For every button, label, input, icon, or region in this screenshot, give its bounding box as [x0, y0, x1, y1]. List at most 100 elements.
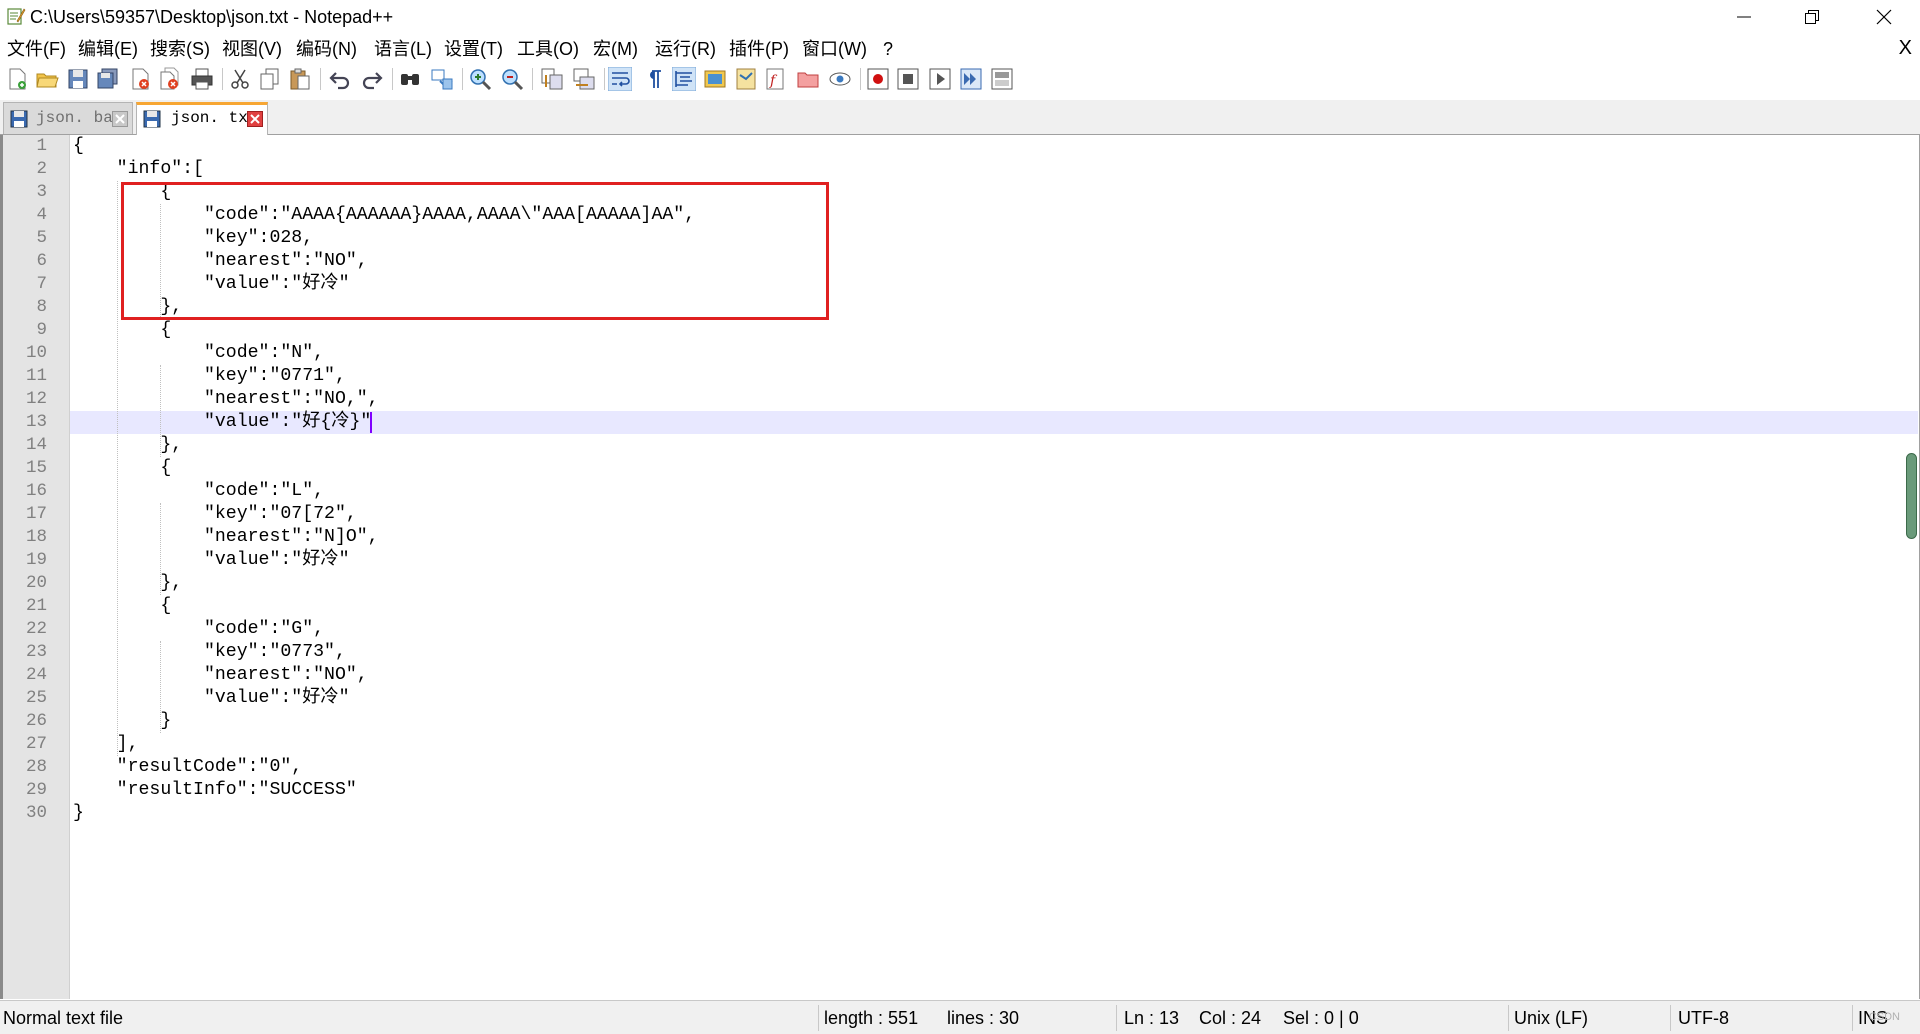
line-number: 25: [25, 688, 47, 708]
monitor-icon[interactable]: [828, 67, 852, 91]
tab-bar: json. bat json. txt: [0, 100, 1920, 135]
code-line[interactable]: "key":"0771",: [73, 365, 346, 388]
line-number: 2: [36, 159, 47, 179]
folder-workspace-icon[interactable]: [796, 67, 820, 91]
indent-guide-icon[interactable]: [672, 67, 696, 91]
code-line[interactable]: "code":"L",: [73, 480, 324, 503]
define-language-icon[interactable]: [703, 67, 727, 91]
replace-icon[interactable]: [430, 67, 454, 91]
find-icon[interactable]: [398, 67, 422, 91]
stop-macro-icon[interactable]: [896, 67, 920, 91]
play-macro-icon[interactable]: [928, 67, 952, 91]
code-line[interactable]: }: [73, 710, 171, 733]
function-list-icon[interactable]: f: [764, 67, 788, 91]
code-line[interactable]: "key":"07[72",: [73, 503, 357, 526]
tab-close-icon[interactable]: [247, 111, 263, 127]
menu-help[interactable]: ?: [883, 38, 893, 60]
indent-guide: [160, 365, 161, 457]
code-line[interactable]: "nearest":"N]O",: [73, 526, 379, 549]
indent-guide: [117, 181, 118, 756]
title-bar: C:\Users\59357\Desktop\json.txt - Notepa…: [0, 0, 1920, 34]
paste-icon[interactable]: [288, 67, 312, 91]
open-file-icon[interactable]: [35, 67, 59, 91]
code-line[interactable]: "code":"G",: [73, 618, 324, 641]
line-number: 30: [25, 803, 47, 823]
line-number: 8: [36, 297, 47, 317]
copy-icon[interactable]: [258, 67, 282, 91]
code-line[interactable]: "key":"0773",: [73, 641, 346, 664]
code-line[interactable]: {: [73, 457, 171, 480]
sync-vertical-icon[interactable]: [540, 67, 564, 91]
code-line[interactable]: },: [73, 572, 182, 595]
code-line[interactable]: "value":"好冷": [73, 549, 350, 572]
redo-icon[interactable]: [360, 67, 384, 91]
editor[interactable]: 1 2 3 4 5 6 7 8 9 10 11 12 13 14 15 16 17 18 19 20 21 22 23 24 2…: [0, 135, 1920, 999]
restore-button[interactable]: [1784, 0, 1840, 34]
line-number: 4: [36, 205, 47, 225]
zoom-in-icon[interactable]: [468, 67, 492, 91]
run-macro-multiple-icon[interactable]: [959, 67, 983, 91]
code-line[interactable]: "nearest":"NO,",: [73, 388, 379, 411]
menu-edit[interactable]: 编辑(E): [78, 38, 138, 60]
tab-json-txt[interactable]: json. txt: [136, 102, 268, 135]
menu-language[interactable]: 语言(L): [374, 38, 432, 60]
print-icon[interactable]: [190, 67, 214, 91]
menu-window[interactable]: 窗口(W): [802, 38, 867, 60]
cut-icon[interactable]: [228, 67, 252, 91]
new-file-icon[interactable]: [5, 67, 29, 91]
code-line[interactable]: "resultCode":"0",: [73, 756, 303, 779]
menu-tools[interactable]: 工具(O): [517, 38, 579, 60]
status-length: length : 551: [824, 1008, 919, 1028]
status-bar: Normal text file length : 551 lines : 30…: [0, 1000, 1920, 1034]
menu-encoding[interactable]: 编码(N): [296, 38, 357, 60]
save-all-icon[interactable]: [96, 67, 120, 91]
show-all-chars-icon[interactable]: [642, 67, 666, 91]
menu-view[interactable]: 视图(V): [222, 38, 282, 60]
code-line[interactable]: {: [73, 135, 84, 158]
doc-map-icon[interactable]: [734, 67, 758, 91]
save-macro-icon[interactable]: [990, 67, 1014, 91]
menu-settings[interactable]: 设置(T): [444, 38, 503, 60]
close-document-button[interactable]: X: [1899, 37, 1912, 59]
undo-icon[interactable]: [328, 67, 352, 91]
status-eol: Unix (LF): [1514, 1008, 1589, 1028]
word-wrap-icon[interactable]: [608, 67, 632, 91]
sync-horizontal-icon[interactable]: [572, 67, 596, 91]
close-file-icon[interactable]: [128, 67, 152, 91]
status-lines: lines : 30: [947, 1008, 1020, 1028]
menu-macro[interactable]: 宏(M): [593, 38, 638, 60]
vertical-scrollbar[interactable]: [1906, 453, 1917, 539]
close-window-button[interactable]: [1856, 0, 1912, 34]
line-number: 19: [25, 550, 47, 570]
menu-search[interactable]: 搜索(S): [150, 38, 210, 60]
status-ln: Ln : 13: [1124, 1008, 1180, 1028]
window-title: C:\Users\59357\Desktop\json.txt - Notepa…: [30, 7, 394, 27]
menu-plugins[interactable]: 插件(P): [729, 38, 789, 60]
minimize-button[interactable]: [1716, 0, 1772, 34]
menu-file[interactable]: 文件(F): [7, 38, 66, 60]
watermark: CSDN: [1868, 1011, 1900, 1023]
code-line[interactable]: {: [73, 595, 171, 618]
record-macro-icon[interactable]: [866, 67, 890, 91]
zoom-out-icon[interactable]: [500, 67, 524, 91]
save-icon: [10, 110, 28, 128]
tab-json-bat[interactable]: json. bat: [3, 102, 133, 134]
code-line[interactable]: "resultInfo":"SUCCESS": [73, 779, 357, 802]
save-icon[interactable]: [66, 67, 90, 91]
code-line[interactable]: }: [73, 802, 84, 825]
code-line[interactable]: "value":"好冷": [73, 687, 350, 710]
menu-run[interactable]: 运行(R): [655, 38, 716, 60]
line-number: 14: [25, 435, 47, 455]
code-line[interactable]: {: [73, 319, 171, 342]
tab-close-icon[interactable]: [112, 111, 128, 127]
code-line[interactable]: ],: [73, 733, 139, 756]
line-number: 11: [25, 366, 47, 386]
code-line[interactable]: },: [73, 434, 182, 457]
line-number: 15: [25, 458, 47, 478]
indent-guide: [160, 641, 161, 733]
line-number: 10: [25, 343, 47, 363]
close-all-icon[interactable]: [158, 67, 182, 91]
code-line[interactable]: "info":[: [73, 158, 204, 181]
line-number: 28: [25, 757, 47, 777]
code-line[interactable]: "code":"N",: [73, 342, 324, 365]
